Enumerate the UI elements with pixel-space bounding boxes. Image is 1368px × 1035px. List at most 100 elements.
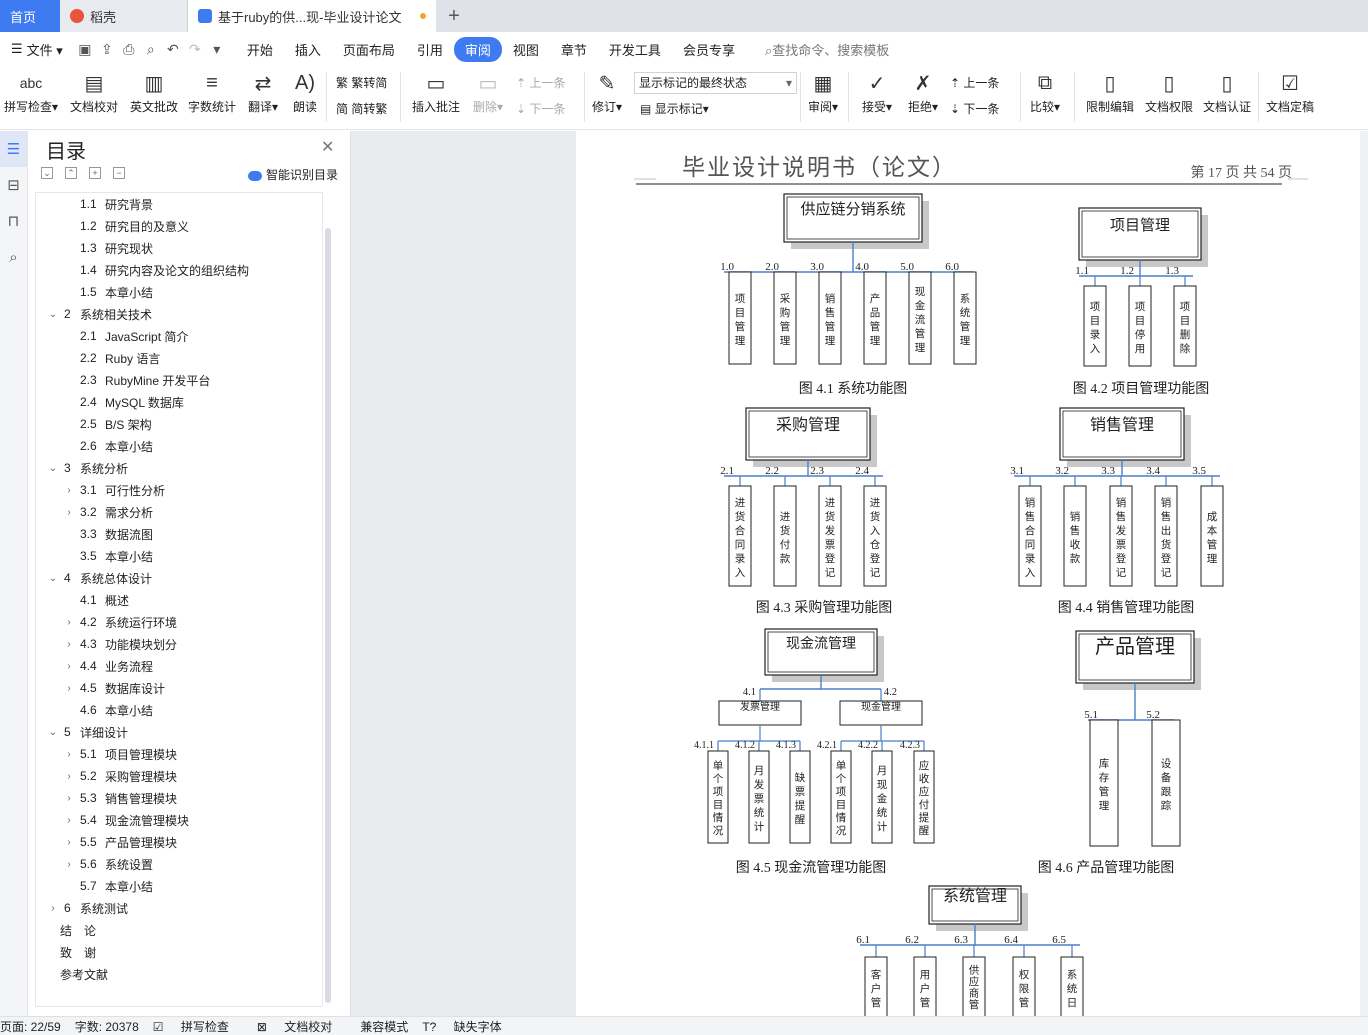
toc-item[interactable]: › 4.2 系统运行环境 (36, 611, 322, 633)
read-aloud-button[interactable]: A) 朗读 (288, 68, 322, 115)
chevron-right-icon[interactable]: › (62, 617, 76, 628)
remove-heading-icon[interactable]: − (113, 167, 125, 179)
toc-pane-icon[interactable]: ☰ (0, 131, 27, 167)
smart-toc-button[interactable]: 智能识别目录 (248, 166, 338, 183)
trad-to-simp-button[interactable]: 繁 繁转简 (336, 74, 387, 91)
undo-icon[interactable]: ↶ (162, 41, 184, 58)
command-search[interactable]: ⌕查找命令、搜索模板 (754, 38, 900, 61)
toc-item[interactable]: 1.2 研究目的及意义 (36, 215, 322, 237)
toc-item[interactable]: 3.5 本章小结 (36, 545, 322, 567)
preview-icon[interactable]: ⌕ (140, 41, 162, 58)
doc-finalize-button[interactable]: ☑ 文档定稿 (1262, 68, 1318, 115)
document-scrollbar[interactable] (1360, 131, 1368, 1016)
chevron-down-icon[interactable]: ⌄ (46, 463, 60, 474)
show-markup-button[interactable]: ▤ 显示标记▾ (640, 100, 709, 117)
next-comment-button[interactable]: ⇣ 下一条 (516, 100, 565, 117)
menu-view[interactable]: 视图 (502, 38, 550, 61)
chevron-down-icon[interactable]: ⌄ (46, 727, 60, 738)
chevron-down-icon[interactable]: ⌄ (46, 573, 60, 584)
toc-item[interactable]: ⌄ 3 系统分析 (36, 457, 322, 479)
redo-icon[interactable]: ↷ (184, 41, 206, 58)
add-heading-icon[interactable]: + (89, 167, 101, 179)
revise-button[interactable]: ✎ 修订▾ (588, 68, 626, 115)
toc-scrollbar[interactable] (325, 228, 331, 1003)
doc-permission-button[interactable]: ▯ 文档权限 (1142, 68, 1196, 115)
status-word-count[interactable]: 字数: 20378 (75, 1018, 139, 1035)
menu-review[interactable]: 审阅 (453, 36, 502, 62)
status-spell-check[interactable]: ☑ 拼写检查 (153, 1018, 243, 1035)
chevron-right-icon[interactable]: › (62, 793, 76, 804)
bookmark-icon[interactable]: ⊓ (0, 203, 27, 239)
toc-item[interactable]: 4.6 本章小结 (36, 699, 322, 721)
next-change-button[interactable]: ⇣ 下一条 (950, 100, 999, 117)
chevron-right-icon[interactable]: › (62, 661, 76, 672)
restrict-edit-button[interactable]: ▯ 限制编辑 (1084, 68, 1136, 115)
tab-daoke[interactable]: 稻壳 (60, 0, 188, 32)
toc-item[interactable]: › 4.4 业务流程 (36, 655, 322, 677)
toc-item[interactable]: › 4.5 数据库设计 (36, 677, 322, 699)
menu-insert[interactable]: 插入 (284, 38, 332, 61)
menu-start[interactable]: 开始 (236, 38, 284, 61)
toc-item[interactable]: 1.5 本章小结 (36, 281, 322, 303)
toc-item[interactable]: 3.3 数据流图 (36, 523, 322, 545)
status-missing-font[interactable]: T? 缺失字体 (422, 1018, 515, 1035)
toc-item[interactable]: ⌄ 2 系统相关技术 (36, 303, 322, 325)
chevron-right-icon[interactable]: › (62, 815, 76, 826)
doc-proof-button[interactable]: ▤ 文档校对 (66, 68, 122, 115)
status-page[interactable]: 页面: 22/59 (0, 1018, 61, 1035)
tab-home[interactable]: 首页 (0, 0, 60, 32)
nav-pane-icon[interactable]: ⊟ (0, 167, 27, 203)
expand-all-icon[interactable]: ⌄ (41, 167, 53, 179)
toc-item[interactable]: › 5.6 系统设置 (36, 853, 322, 875)
chevron-right-icon[interactable]: › (62, 683, 76, 694)
toc-item[interactable]: 5.7 本章小结 (36, 875, 322, 897)
menu-reference[interactable]: 引用 (406, 38, 454, 61)
prev-change-button[interactable]: ⇡ 上一条 (950, 74, 999, 91)
menu-layout[interactable]: 页面布局 (332, 38, 406, 61)
chevron-right-icon[interactable]: › (62, 771, 76, 782)
toc-item[interactable]: 2.5 B/S 架构 (36, 413, 322, 435)
chevron-down-icon[interactable]: ⌄ (46, 309, 60, 320)
toc-item[interactable]: › 3.2 需求分析 (36, 501, 322, 523)
chevron-right-icon[interactable]: › (62, 639, 76, 650)
toc-item[interactable]: › 3.1 可行性分析 (36, 479, 322, 501)
toc-item[interactable]: 1.3 研究现状 (36, 237, 322, 259)
toc-item[interactable]: › 4.3 功能模块划分 (36, 633, 322, 655)
toc-item[interactable]: 1.4 研究内容及论文的组织结构 (36, 259, 322, 281)
more-icon[interactable]: ▾ (206, 41, 228, 58)
toc-item[interactable]: 2.6 本章小结 (36, 435, 322, 457)
translate-button[interactable]: ⇄ 翻译▾ (244, 68, 282, 115)
toc-item[interactable]: ⌄ 4 系统总体设计 (36, 567, 322, 589)
markup-state-select[interactable]: 显示标记的最终状态 ▾ (634, 72, 797, 94)
menu-member[interactable]: 会员专享 (672, 38, 746, 61)
delete-comment-button[interactable]: ▭ 删除▾ (468, 68, 508, 115)
chevron-right-icon[interactable]: › (62, 859, 76, 870)
menu-developer[interactable]: 开发工具 (598, 38, 672, 61)
chevron-right-icon[interactable]: › (62, 837, 76, 848)
collapse-all-icon[interactable]: ⌃ (65, 167, 77, 179)
chevron-right-icon[interactable]: › (62, 507, 76, 518)
toc-item[interactable]: 2.4 MySQL 数据库 (36, 391, 322, 413)
toc-item[interactable]: › 5.3 销售管理模块 (36, 787, 322, 809)
reject-button[interactable]: ✗ 拒绝▾ (904, 68, 942, 115)
toc-item[interactable]: 2.3 RubyMine 开发平台 (36, 369, 322, 391)
accept-button[interactable]: ✓ 接受▾ (858, 68, 896, 115)
export-icon[interactable]: ⇪ (96, 41, 118, 58)
toc-item[interactable]: 2.1 JavaScript 简介 (36, 325, 322, 347)
menu-chapter[interactable]: 章节 (550, 38, 598, 61)
chevron-right-icon[interactable]: › (62, 749, 76, 760)
prev-comment-button[interactable]: ⇡ 上一条 (516, 74, 565, 91)
save-icon[interactable]: ▣ (74, 41, 96, 58)
toc-item[interactable]: › 6 系统测试 (36, 897, 322, 919)
word-count-button[interactable]: ≡ 字数统计 (186, 68, 238, 115)
toc-item[interactable]: ⌄ 5 详细设计 (36, 721, 322, 743)
toc-item[interactable]: 参考文献 (36, 963, 322, 985)
chevron-right-icon[interactable]: › (46, 903, 60, 914)
simp-to-trad-button[interactable]: 简 简转繁 (336, 100, 387, 117)
new-tab-button[interactable]: + (436, 0, 472, 32)
spell-check-button[interactable]: abc 拼写检查▾ (2, 68, 60, 115)
toc-item[interactable]: › 5.4 现金流管理模块 (36, 809, 322, 831)
toc-item[interactable]: › 5.5 产品管理模块 (36, 831, 322, 853)
close-icon[interactable]: ✕ (321, 137, 334, 157)
toc-item[interactable]: 1.1 研究背景 (36, 193, 322, 215)
